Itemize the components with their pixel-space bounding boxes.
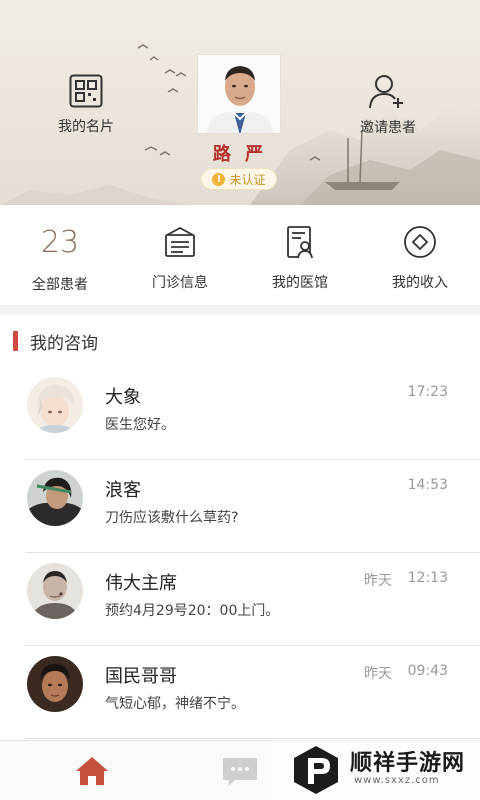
last-message: 预约4月29号20：00上门。 [105, 603, 280, 619]
clinic-info-label: 门诊信息 [152, 275, 208, 291]
qr-card-icon [69, 74, 103, 108]
message-time: 09:43 [407, 663, 448, 679]
patient-avatar [27, 563, 83, 619]
clinic-info-icon [165, 226, 195, 257]
consult-section-header: 我的咨询 [0, 315, 480, 367]
add-user-icon [369, 75, 403, 109]
invite-patient-label: 邀请患者 [360, 120, 416, 136]
consult-section-title: 我的咨询 [30, 333, 98, 354]
message-time: 12:13 [407, 570, 448, 586]
last-message: 医生您好。 [105, 417, 175, 433]
quick-stats-row: 23 全部患者 门诊信息 我的医馆 我的收入 [0, 205, 480, 305]
all-patients-button[interactable]: 23 全部患者 [0, 205, 120, 305]
patients-count: 23 [40, 225, 80, 260]
my-card-button[interactable]: 我的名片 [48, 74, 124, 136]
watermark-url: www.sxxz.com [354, 775, 440, 786]
profile-banner: 我的名片 路 严 ! 未认证 邀请患者 [0, 0, 480, 205]
section-divider [0, 305, 480, 315]
my-hall-label: 我的医馆 [272, 275, 328, 291]
verify-status-text: 未认证 [229, 172, 266, 187]
patient-name: 国民哥哥 [105, 666, 177, 687]
message-day: 昨天 [364, 666, 392, 682]
patient-name: 浪客 [105, 480, 141, 501]
consult-list-item[interactable]: 浪客 刀伤应该敷什么草药? 14:53 [0, 460, 480, 553]
consult-list-item[interactable]: 大象 医生您好。 17:23 [0, 367, 480, 460]
message-time: 17:23 [407, 384, 448, 400]
my-hall-button[interactable]: 我的医馆 [240, 205, 360, 305]
home-icon[interactable] [75, 755, 109, 787]
patient-avatar [27, 377, 83, 433]
doctor-name: 路 严 [212, 144, 268, 165]
message-day: 昨天 [364, 573, 392, 589]
site-watermark: 顺祥手游网 www.sxxz.com [272, 740, 480, 800]
my-card-label: 我的名片 [58, 119, 114, 135]
consult-list-item[interactable]: 国民哥哥 气短心郁，神绪不宁。 昨天 09:43 [0, 646, 480, 739]
patient-avatar [27, 470, 83, 526]
my-income-label: 我的收入 [392, 275, 448, 291]
clinic-info-button[interactable]: 门诊信息 [120, 205, 240, 305]
section-accent-bar [13, 331, 18, 351]
last-message: 刀伤应该敷什么草药? [105, 510, 239, 526]
hospital-icon [287, 226, 313, 259]
all-patients-label: 全部患者 [32, 277, 88, 293]
message-icon[interactable] [221, 755, 259, 787]
patient-name: 大象 [105, 387, 141, 408]
warning-icon: ! [212, 172, 226, 186]
patient-avatar [27, 656, 83, 712]
message-time: 14:53 [407, 477, 448, 493]
patient-name: 伟大主席 [105, 573, 177, 594]
doctor-portrait-image [198, 55, 280, 133]
row-divider [25, 738, 480, 739]
income-icon [404, 226, 436, 258]
doctor-avatar[interactable] [197, 54, 281, 134]
consult-list-item[interactable]: 伟大主席 预约4月29号20：00上门。 昨天 12:13 [0, 553, 480, 646]
invite-patient-button[interactable]: 邀请患者 [348, 74, 428, 137]
my-income-button[interactable]: 我的收入 [360, 205, 480, 305]
watermark-logo-icon [294, 746, 338, 794]
consult-list: 大象 医生您好。 17:23 浪客 刀伤应该敷什么草药? 14:53 伟大主席 … [0, 367, 480, 739]
last-message: 气短心郁，神绪不宁。 [105, 696, 245, 712]
verify-status-badge[interactable]: ! 未认证 [201, 168, 277, 190]
watermark-title: 顺祥手游网 [350, 751, 466, 776]
